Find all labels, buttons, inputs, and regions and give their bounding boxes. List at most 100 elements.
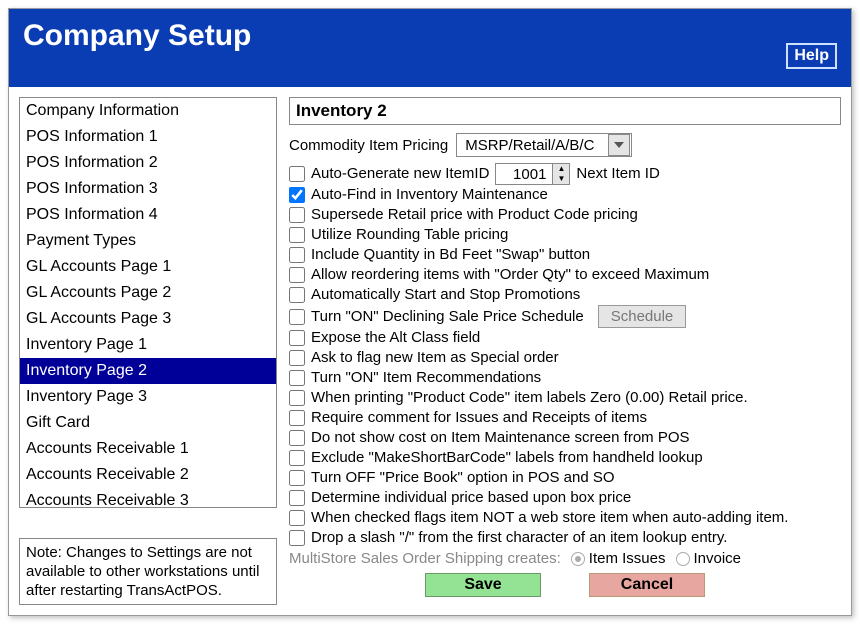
company-setup-window: Company Setup Help Company InformationPO… bbox=[8, 8, 852, 616]
option-row: Exclude "MakeShortBarCode" labels from h… bbox=[289, 448, 841, 468]
button-row: Save Cancel bbox=[289, 573, 841, 597]
sidebar-item[interactable]: GL Accounts Page 1 bbox=[20, 254, 276, 280]
multistore-label: MultiStore Sales Order Shipping creates: bbox=[289, 550, 561, 567]
option-row: Include Quantity in Bd Feet "Swap" butto… bbox=[289, 245, 841, 265]
cancel-button[interactable]: Cancel bbox=[589, 573, 705, 597]
option-checkbox[interactable] bbox=[289, 247, 305, 263]
sidebar-item[interactable]: Inventory Page 3 bbox=[20, 384, 276, 410]
next-item-id-spinner[interactable]: 1001▲▼ bbox=[495, 163, 570, 185]
option-label: Auto-Find in Inventory Maintenance bbox=[311, 185, 548, 205]
body: Company InformationPOS Information 1POS … bbox=[9, 87, 851, 615]
option-checkbox[interactable] bbox=[289, 510, 305, 526]
sidebar-item[interactable]: Inventory Page 1 bbox=[20, 332, 276, 358]
option-label: Determine individual price based upon bo… bbox=[311, 488, 631, 508]
option-row: Drop a slash "/" from the first characte… bbox=[289, 528, 841, 548]
option-label: Expose the Alt Class field bbox=[311, 328, 480, 348]
option-label: Auto-Generate new ItemID bbox=[311, 164, 489, 184]
option-row: Require comment for Issues and Receipts … bbox=[289, 408, 841, 428]
options-checklist: Auto-Generate new ItemID 1001▲▼ Next Item … bbox=[289, 163, 841, 548]
commodity-label: Commodity Item Pricing bbox=[289, 137, 448, 154]
option-checkbox[interactable] bbox=[289, 267, 305, 283]
option-label: Do not show cost on Item Maintenance scr… bbox=[311, 428, 690, 448]
next-item-id-label: Next Item ID bbox=[576, 164, 659, 184]
option-checkbox[interactable] bbox=[289, 350, 305, 366]
option-label: Automatically Start and Stop Promotions bbox=[311, 285, 580, 305]
option-label: Turn "ON" Declining Sale Price Schedule bbox=[311, 307, 584, 327]
option-label: When checked flags item NOT a web store … bbox=[311, 508, 788, 528]
sidebar-item[interactable]: Payment Types bbox=[20, 228, 276, 254]
option-checkbox[interactable] bbox=[289, 410, 305, 426]
sidebar-item[interactable]: Company Information bbox=[20, 98, 276, 124]
radio-item-issues[interactable] bbox=[571, 552, 585, 566]
right-column: Inventory 2 Commodity Item Pricing MSRP/… bbox=[289, 97, 841, 605]
option-checkbox[interactable] bbox=[289, 470, 305, 486]
page-title: Company Setup bbox=[23, 19, 251, 53]
sidebar-item[interactable]: Accounts Receivable 3 bbox=[20, 488, 276, 508]
left-column: Company InformationPOS Information 1POS … bbox=[19, 97, 277, 605]
commodity-dropdown[interactable]: MSRP/Retail/A/B/C bbox=[456, 133, 632, 157]
spinner-up-icon[interactable]: ▲ bbox=[553, 164, 569, 174]
option-checkbox[interactable] bbox=[289, 309, 305, 325]
option-checkbox[interactable] bbox=[289, 430, 305, 446]
titlebar: Company Setup Help bbox=[9, 9, 851, 87]
option-row: Turn OFF "Price Book" option in POS and … bbox=[289, 468, 841, 488]
option-label: When printing "Product Code" item labels… bbox=[311, 388, 748, 408]
schedule-button[interactable]: Schedule bbox=[598, 305, 687, 328]
option-checkbox[interactable] bbox=[289, 330, 305, 346]
settings-listbox[interactable]: Company InformationPOS Information 1POS … bbox=[19, 97, 277, 508]
option-row: Turn "ON" Declining Sale Price Schedule S… bbox=[289, 305, 841, 328]
sidebar-item[interactable]: GL Accounts Page 2 bbox=[20, 280, 276, 306]
option-row: Supersede Retail price with Product Code… bbox=[289, 205, 841, 225]
save-button[interactable]: Save bbox=[425, 573, 541, 597]
option-label: Utilize Rounding Table pricing bbox=[311, 225, 508, 245]
option-label: Require comment for Issues and Receipts … bbox=[311, 408, 647, 428]
sidebar-item[interactable]: Accounts Receivable 1 bbox=[20, 436, 276, 462]
option-label: Turn "ON" Item Recommendations bbox=[311, 368, 541, 388]
help-button[interactable]: Help bbox=[786, 43, 837, 69]
option-label: Exclude "MakeShortBarCode" labels from h… bbox=[311, 448, 703, 468]
multistore-row: MultiStore Sales Order Shipping creates:… bbox=[289, 550, 841, 567]
option-checkbox[interactable] bbox=[289, 390, 305, 406]
option-row: Turn "ON" Item Recommendations bbox=[289, 368, 841, 388]
option-row: Determine individual price based upon bo… bbox=[289, 488, 841, 508]
commodity-row: Commodity Item Pricing MSRP/Retail/A/B/C bbox=[289, 133, 841, 157]
option-row: Automatically Start and Stop Promotions bbox=[289, 285, 841, 305]
option-checkbox[interactable] bbox=[289, 227, 305, 243]
option-label: Turn OFF "Price Book" option in POS and … bbox=[311, 468, 615, 488]
radio-invoice-label: Invoice bbox=[694, 550, 742, 567]
option-row: When printing "Product Code" item labels… bbox=[289, 388, 841, 408]
option-checkbox[interactable] bbox=[289, 207, 305, 223]
option-label: Supersede Retail price with Product Code… bbox=[311, 205, 638, 225]
option-checkbox[interactable] bbox=[289, 370, 305, 386]
option-row: Expose the Alt Class field bbox=[289, 328, 841, 348]
sidebar-item[interactable]: POS Information 1 bbox=[20, 124, 276, 150]
radio-item-issues-label: Item Issues bbox=[589, 550, 666, 567]
option-checkbox[interactable] bbox=[289, 287, 305, 303]
sidebar-item[interactable]: Inventory Page 2 bbox=[20, 358, 276, 384]
option-row: Ask to flag new Item as Special order bbox=[289, 348, 841, 368]
sidebar-item[interactable]: POS Information 4 bbox=[20, 202, 276, 228]
sidebar-item[interactable]: GL Accounts Page 3 bbox=[20, 306, 276, 332]
option-checkbox[interactable] bbox=[289, 490, 305, 506]
restart-note: Note: Changes to Settings are not availa… bbox=[19, 538, 277, 605]
option-row: When checked flags item NOT a web store … bbox=[289, 508, 841, 528]
option-label: Allow reordering items with "Order Qty" … bbox=[311, 265, 709, 285]
option-row: Allow reordering items with "Order Qty" … bbox=[289, 265, 841, 285]
sidebar-item[interactable]: Gift Card bbox=[20, 410, 276, 436]
radio-invoice[interactable] bbox=[676, 552, 690, 566]
option-checkbox[interactable] bbox=[289, 450, 305, 466]
sidebar-item[interactable]: POS Information 3 bbox=[20, 176, 276, 202]
option-label: Ask to flag new Item as Special order bbox=[311, 348, 559, 368]
chevron-down-icon[interactable] bbox=[608, 134, 630, 156]
option-checkbox[interactable] bbox=[289, 166, 305, 182]
sidebar-item[interactable]: POS Information 2 bbox=[20, 150, 276, 176]
option-row: Auto-Find in Inventory Maintenance bbox=[289, 185, 841, 205]
sidebar-item[interactable]: Accounts Receivable 2 bbox=[20, 462, 276, 488]
option-label: Include Quantity in Bd Feet "Swap" butto… bbox=[311, 245, 590, 265]
next-item-id-value: 1001 bbox=[496, 164, 552, 184]
option-row: Auto-Generate new ItemID 1001▲▼ Next Item … bbox=[289, 163, 841, 185]
section-header: Inventory 2 bbox=[289, 97, 841, 125]
spinner-down-icon[interactable]: ▼ bbox=[553, 174, 569, 184]
option-checkbox[interactable] bbox=[289, 187, 305, 203]
option-checkbox[interactable] bbox=[289, 530, 305, 546]
